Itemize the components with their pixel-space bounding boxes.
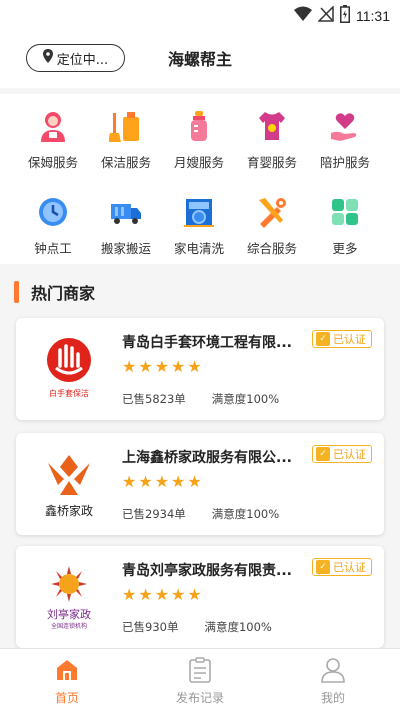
service-item-more[interactable]: 更多 <box>309 194 381 257</box>
star-icon: ★ <box>154 357 170 376</box>
star-icon: ★ <box>171 472 186 491</box>
clock-icon <box>35 194 71 230</box>
tab-home[interactable]: 首页 <box>22 657 112 706</box>
nanny-icon <box>35 108 71 144</box>
star-icon: ★ <box>122 357 137 376</box>
sold-count: 已售2934单 <box>122 507 186 521</box>
verified-icon: ✓ <box>316 332 330 346</box>
merchant-logo: 刘亭家政 全国连锁机构 <box>28 556 110 638</box>
merchant-name: 青岛刘亭家政服务有限责... <box>122 563 292 579</box>
merchant-card[interactable]: 鑫桥家政 上海鑫桥家政服务有限公... ✓ 已认证 ★ ★ ★ ★ ★ 已售2934单 … <box>16 433 384 535</box>
status-bar: 11:31 <box>0 0 400 30</box>
service-item-cleaning[interactable]: 保洁服务 <box>90 108 162 171</box>
home-icon <box>22 657 112 683</box>
rating-stars: ★ ★ ★ ★ ★ <box>122 587 202 603</box>
tab-records[interactable]: 发布记录 <box>155 657 245 706</box>
verified-icon: ✓ <box>316 447 330 461</box>
sold-count: 已售5823单 <box>122 392 186 406</box>
appliance-icon <box>181 194 217 230</box>
verified-badge: ✓ 已认证 <box>312 558 372 576</box>
star-icon: ★ <box>154 585 170 604</box>
service-item-infant-care[interactable]: 育婴服务 <box>236 108 308 171</box>
merchant-logo: 白手套保洁 <box>28 328 110 410</box>
svg-text:全国连锁机构: 全国连锁机构 <box>51 622 87 630</box>
section-title: 热门商家 <box>14 280 95 304</box>
sold-count: 已售930单 <box>122 620 179 634</box>
cleaning-icon <box>108 108 144 144</box>
more-grid-icon <box>327 194 363 230</box>
user-icon <box>288 657 378 683</box>
baby-clothes-icon <box>254 108 290 144</box>
truck-icon <box>108 194 144 230</box>
bottle-icon <box>181 108 217 144</box>
star-icon: ★ <box>187 585 202 604</box>
star-icon: ★ <box>154 472 170 491</box>
rating-stars: ★ ★ ★ ★ ★ <box>122 359 202 375</box>
star-icon: ★ <box>171 357 186 376</box>
tools-icon <box>254 194 290 230</box>
star-icon: ★ <box>122 585 137 604</box>
clipboard-icon <box>155 657 245 683</box>
merchant-name: 青岛白手套环境工程有限... <box>122 335 292 351</box>
verified-badge: ✓ 已认证 <box>312 445 372 463</box>
star-icon: ★ <box>122 472 137 491</box>
battery-icon <box>340 5 350 27</box>
star-icon: ★ <box>187 472 202 491</box>
service-item-hourly[interactable]: 钟点工 <box>17 194 89 257</box>
bottom-tab-bar: 首页 发布记录 我的 <box>0 648 400 711</box>
star-icon: ★ <box>171 585 186 604</box>
rating-stars: ★ ★ ★ ★ ★ <box>122 474 202 490</box>
merchant-name: 上海鑫桥家政服务有限公... <box>122 450 292 466</box>
header: 定位中... 海螺帮主 <box>0 30 400 88</box>
wifi-icon <box>294 6 312 26</box>
service-item-maternity[interactable]: 月嫂服务 <box>163 108 235 171</box>
star-icon: ★ <box>138 585 153 604</box>
svg-text:鑫桥家政: 鑫桥家政 <box>45 503 93 518</box>
star-icon: ★ <box>187 357 202 376</box>
page-title: 海螺帮主 <box>167 50 232 69</box>
svg-text:白手套保洁: 白手套保洁 <box>49 388 89 398</box>
satisfaction: 满意度100% <box>204 620 272 634</box>
service-item-escort[interactable]: 陪护服务 <box>309 108 381 171</box>
satisfaction: 满意度100% <box>211 507 280 521</box>
status-time: 11:31 <box>356 8 390 24</box>
tab-profile[interactable]: 我的 <box>288 657 378 706</box>
merchant-card[interactable]: 刘亭家政 全国连锁机构 青岛刘亭家政服务有限责... ✓ 已认证 ★ ★ ★ ★ ★ 已… <box>16 546 384 648</box>
no-signal-icon <box>317 5 334 26</box>
verified-icon: ✓ <box>316 560 330 574</box>
service-item-nanny[interactable]: 保姆服务 <box>17 108 89 171</box>
service-grid: 保姆服务 保洁服务 月嫂服务 育婴服务 陪护服务 钟点工 搬家搬运 家电清洗 综… <box>0 94 400 264</box>
section-accent-bar <box>14 281 19 303</box>
heart-hand-icon <box>327 108 363 144</box>
star-icon: ★ <box>138 357 153 376</box>
merchant-logo: 鑫桥家政 <box>28 443 110 525</box>
satisfaction: 满意度100% <box>211 392 280 406</box>
service-item-appliance[interactable]: 家电清洗 <box>163 194 235 257</box>
svg-text:刘亭家政: 刘亭家政 <box>47 607 91 621</box>
star-icon: ★ <box>138 472 153 491</box>
service-item-moving[interactable]: 搬家搬运 <box>90 194 162 257</box>
service-item-general[interactable]: 综合服务 <box>236 194 308 257</box>
verified-badge: ✓ 已认证 <box>312 330 372 348</box>
merchant-card[interactable]: 白手套保洁 青岛白手套环境工程有限... ✓ 已认证 ★ ★ ★ ★ ★ 已售5823单… <box>16 318 384 420</box>
